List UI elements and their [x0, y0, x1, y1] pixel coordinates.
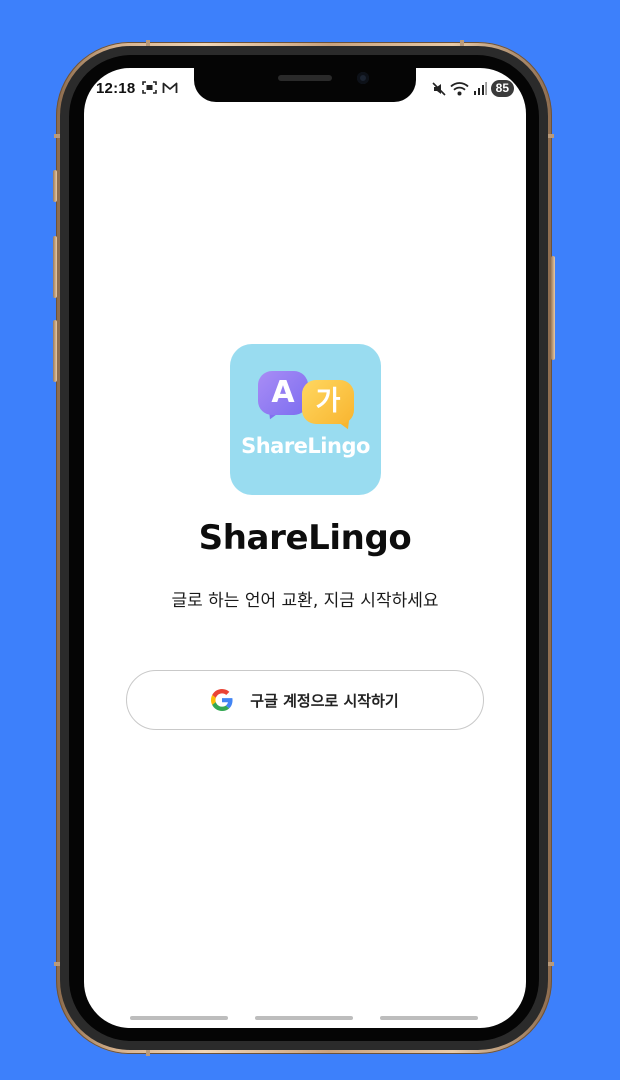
earpiece-speaker [278, 75, 332, 81]
antenna-band [146, 1050, 150, 1056]
home-indicator-bar [130, 1016, 228, 1020]
antenna-band [54, 962, 60, 966]
status-left-icons [142, 81, 178, 94]
status-time: 12:18 [96, 80, 136, 97]
home-indicators [130, 1016, 478, 1020]
gmail-icon [162, 82, 178, 93]
google-icon [211, 689, 233, 711]
screenshot-icon [142, 81, 157, 94]
antenna-band [54, 134, 60, 138]
antenna-band [460, 40, 464, 46]
antenna-band [548, 134, 554, 138]
wifi-icon [450, 81, 469, 95]
antenna-band [146, 40, 150, 46]
camera-notch [194, 68, 416, 102]
korean-bubble-icon: 가 [302, 380, 354, 424]
volume-up-button [53, 236, 57, 298]
home-indicator-bar [255, 1016, 353, 1020]
front-camera [357, 72, 369, 84]
app-logo: A 가 ShareLingo [230, 344, 381, 495]
logo-wordmark: ShareLingo [241, 434, 370, 458]
latin-bubble-icon: A [258, 371, 308, 415]
power-button [551, 256, 555, 360]
app-tagline: 글로 하는 언어 교환, 지금 시작하세요 [171, 591, 439, 611]
silent-switch [53, 170, 57, 202]
signal-icon [473, 82, 487, 95]
google-signin-label: 구글 계정으로 시작하기 [250, 691, 399, 710]
phone-screen: 12:18 85 A 가 ShareLingo ShareLingo 글로 하는… [84, 68, 526, 1028]
volume-down-button [53, 320, 57, 382]
battery-indicator: 85 [490, 80, 514, 97]
status-right-icons: 85 [432, 80, 514, 97]
google-signin-button[interactable]: 구글 계정으로 시작하기 [126, 670, 484, 730]
antenna-band [548, 962, 554, 966]
home-indicator-bar [380, 1016, 478, 1020]
mute-icon [432, 81, 446, 96]
app-title: ShareLingo [198, 518, 412, 558]
